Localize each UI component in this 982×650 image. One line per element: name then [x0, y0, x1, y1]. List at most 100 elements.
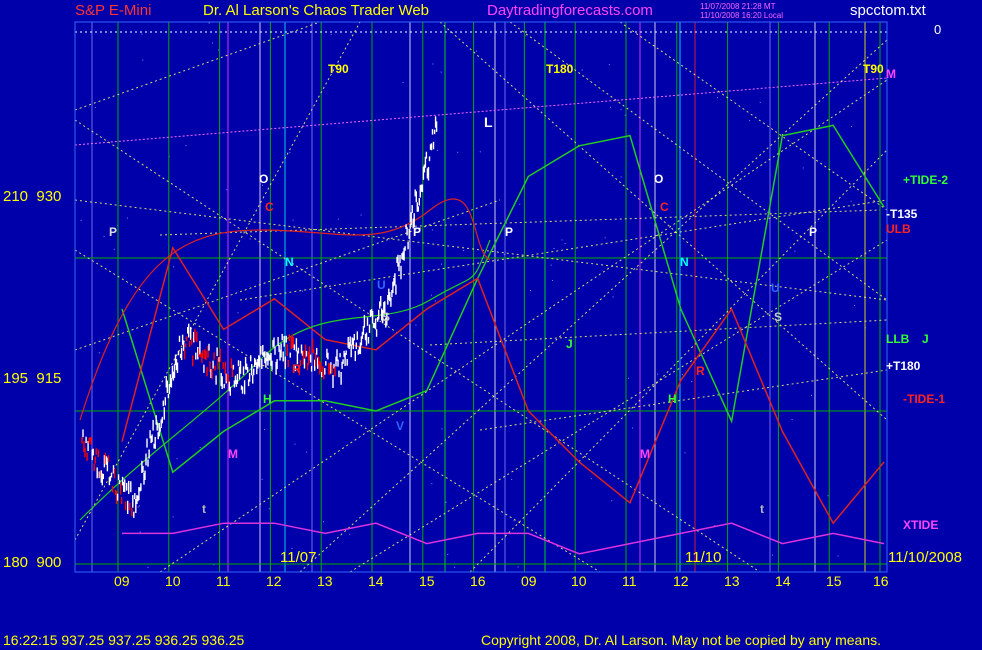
star-dot	[440, 263, 442, 265]
x-tick: 12	[266, 573, 282, 589]
marker-v: V	[396, 419, 405, 433]
marker-h: H	[263, 392, 272, 406]
marker-n: N	[680, 255, 689, 269]
x-tick: 11	[216, 573, 231, 589]
label-t90: T90	[328, 62, 349, 76]
star-dot	[447, 553, 449, 555]
star-dot	[749, 120, 751, 122]
label-tide1: -TIDE-1	[903, 392, 945, 406]
star-dot	[681, 374, 683, 376]
label-ulb: ULB	[886, 222, 911, 236]
marker-c: C	[265, 200, 274, 214]
star-dot	[608, 64, 610, 66]
star-dot	[436, 149, 438, 151]
star-dot	[552, 279, 554, 281]
marker-p: P	[809, 225, 818, 239]
star-dot	[80, 219, 82, 221]
marker-l: L	[484, 114, 493, 130]
star-dot	[759, 102, 761, 104]
star-dot	[479, 408, 481, 410]
x-tick: 12	[673, 573, 689, 589]
label-tide2: +TIDE-2	[903, 173, 949, 187]
x-tick: 09	[521, 573, 537, 589]
star-dot	[850, 200, 852, 202]
symbol-title: S&P E-Mini	[75, 2, 152, 19]
site-url-link[interactable]: Daytradingforecasts.com	[487, 2, 653, 19]
y-label-930: 210 930	[3, 188, 61, 205]
marker-u: U	[771, 281, 780, 295]
star-dot	[691, 381, 693, 383]
star-dot	[454, 566, 456, 568]
x-tick: 11	[622, 573, 637, 589]
label-j-right: J	[922, 332, 929, 346]
marker-s: S	[774, 310, 783, 324]
marker-j: J	[566, 337, 573, 351]
marker-n: N	[285, 255, 294, 269]
star-dot	[441, 428, 443, 430]
label-t180-plus: +T180	[886, 359, 921, 373]
star-dot	[611, 500, 613, 502]
star-dot	[802, 167, 804, 169]
star-dot	[249, 238, 251, 240]
marker-m: M	[640, 447, 650, 461]
star-dot	[431, 483, 433, 485]
site-title: Dr. Al Larson's Chaos Trader Web	[203, 2, 430, 19]
x-tick: 09	[114, 573, 130, 589]
marker-o: O	[259, 172, 269, 186]
data-file-name: spcctom.txt	[850, 2, 926, 19]
star-dot	[811, 394, 813, 396]
star-dot	[609, 106, 611, 108]
star-dot	[440, 71, 442, 73]
label-t180: T180	[546, 62, 574, 76]
star-dot	[138, 505, 140, 507]
timestamp-2: 11/10/2008 16:20 Local	[700, 11, 784, 20]
star-dot	[349, 533, 351, 535]
x-tick: 13	[724, 573, 740, 589]
date-label-full: 11/10/2008	[888, 549, 962, 566]
star-dot	[620, 108, 622, 110]
star-dot	[337, 218, 339, 220]
y-label-left: 180	[3, 554, 29, 571]
star-dot	[513, 520, 515, 522]
star-dot	[185, 145, 187, 147]
x-tick: 14	[368, 573, 384, 589]
star-dot	[604, 237, 606, 239]
copyright-notice: Copyright 2008, Dr. Al Larson. May not b…	[481, 632, 882, 648]
star-dot	[237, 312, 239, 314]
y-label-right: 900	[36, 554, 62, 571]
x-tick: 16	[470, 573, 486, 589]
timestamp-1: 11/07/2008 21:28 MT	[700, 2, 776, 11]
star-dot	[430, 294, 432, 296]
star-dot	[302, 290, 304, 292]
star-dot	[172, 516, 174, 518]
star-dot	[649, 405, 651, 407]
y-label-right: 915	[36, 370, 62, 387]
star-dot	[211, 42, 213, 44]
star-dot	[851, 126, 853, 128]
star-dot	[564, 242, 566, 244]
corner-value: 0	[934, 22, 942, 37]
star-dot	[519, 203, 521, 205]
star-dot	[511, 478, 513, 480]
star-dot	[330, 33, 332, 35]
star-dot	[226, 189, 228, 191]
marker-p: P	[413, 225, 422, 239]
star-dot	[218, 49, 220, 51]
star-dot	[94, 106, 96, 108]
label-llb: LLB	[886, 332, 910, 346]
x-tick: 14	[775, 573, 791, 589]
star-dot	[305, 451, 307, 453]
marker-s: S	[382, 310, 391, 324]
star-dot	[581, 69, 583, 71]
star-dot	[431, 229, 433, 231]
y-label-left: 210	[3, 188, 29, 205]
label-t90-right: T90	[863, 62, 884, 76]
star-dot	[139, 531, 141, 533]
x-tick: 16	[873, 573, 889, 589]
star-dot	[113, 248, 115, 250]
x-tick: 15	[826, 573, 842, 589]
star-dot	[530, 289, 532, 291]
star-dot	[127, 217, 129, 219]
star-dot	[264, 428, 266, 430]
star-dot	[173, 266, 175, 268]
